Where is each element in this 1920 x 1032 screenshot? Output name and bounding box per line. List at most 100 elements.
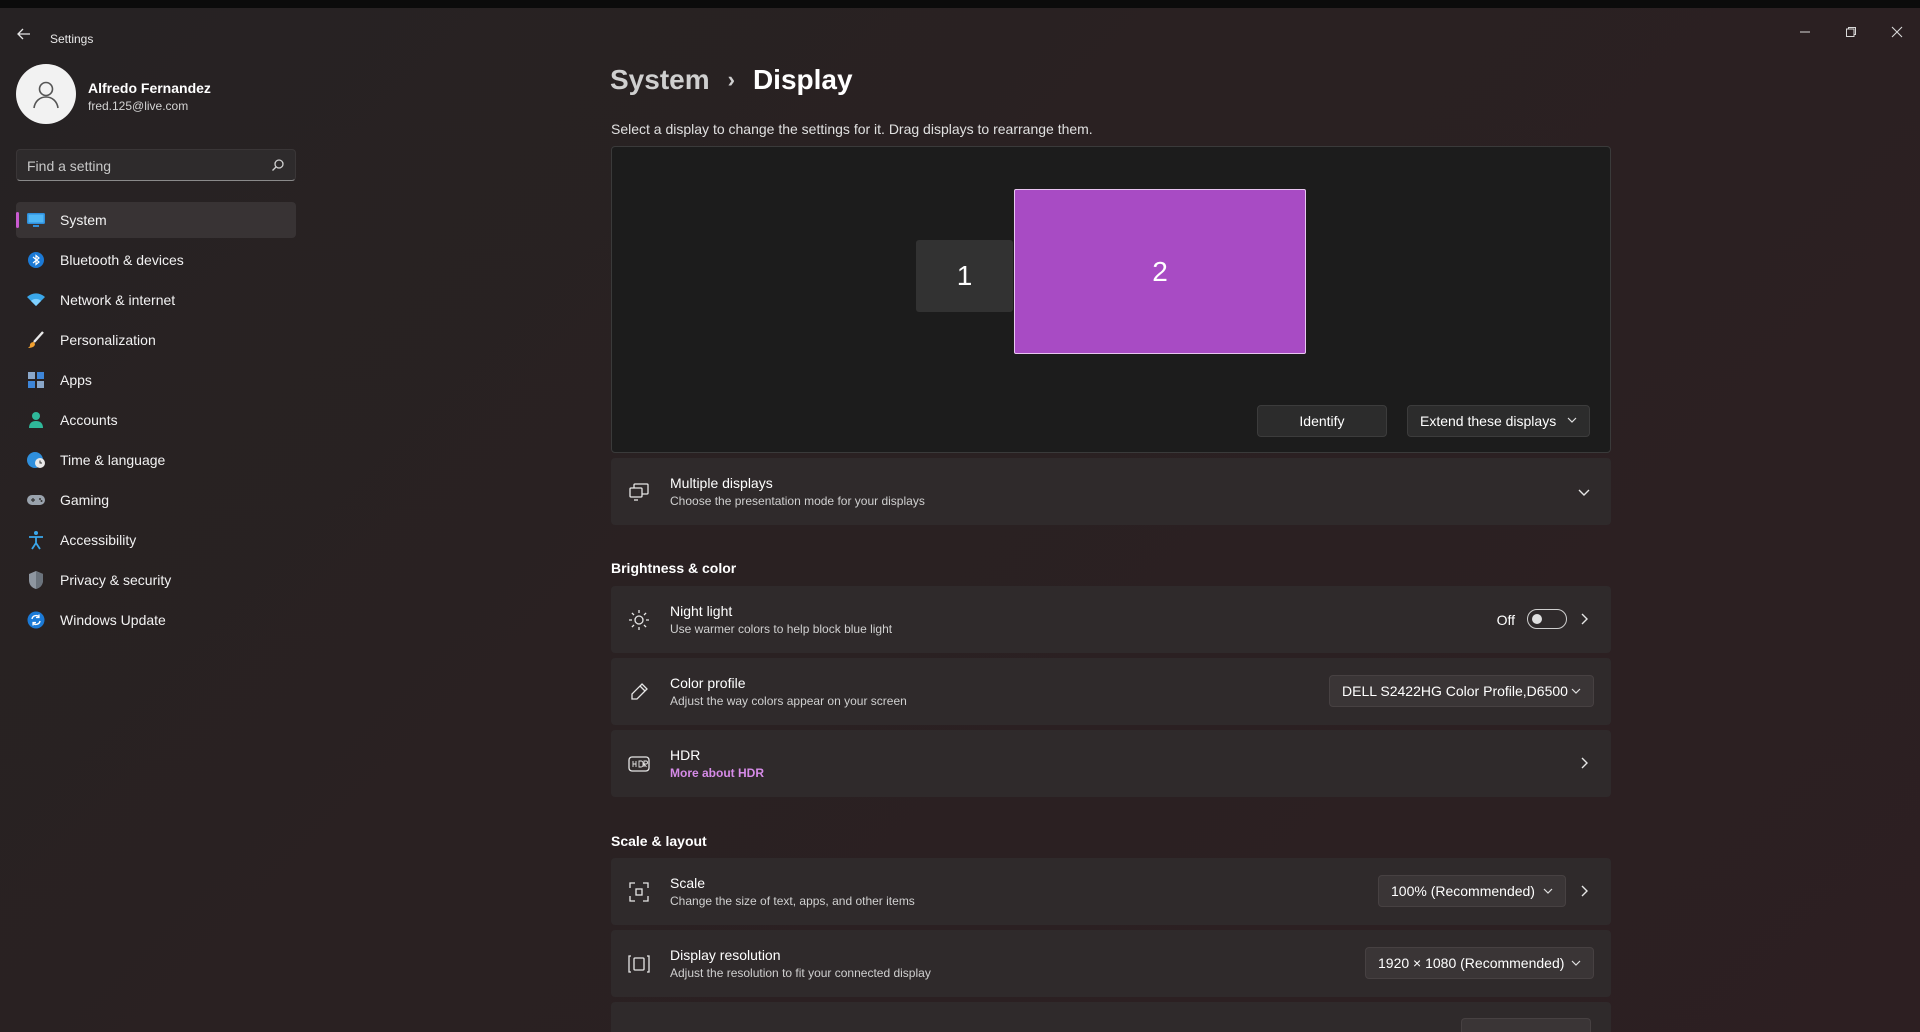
hdr-title: HDR <box>670 747 701 763</box>
multiple-displays-subtitle: Choose the presentation mode for your di… <box>670 494 925 508</box>
sidebar-item-label: Personalization <box>60 332 156 348</box>
arrow-left-icon <box>17 28 30 40</box>
search-icon[interactable] <box>271 158 285 172</box>
sun-icon <box>627 608 651 632</box>
sidebar-nav: System Bluetooth & devices Network & int… <box>16 202 296 642</box>
sidebar-item-apps[interactable]: Apps <box>16 362 296 398</box>
user-profile[interactable]: Alfredo Fernandez fred.125@live.com <box>16 64 296 126</box>
multiple-displays-card[interactable]: Multiple displays Choose the presentatio… <box>611 458 1611 525</box>
search-box[interactable] <box>16 149 296 181</box>
sidebar-item-personalization[interactable]: Personalization <box>16 322 296 358</box>
color-profile-card: Color profile Adjust the way colors appe… <box>611 658 1611 725</box>
color-profile-dropdown[interactable]: DELL S2422HG Color Profile,D6500 <box>1329 675 1594 707</box>
sidebar-item-label: Accessibility <box>60 532 137 548</box>
arrangement-hint: Select a display to change the settings … <box>611 121 1093 137</box>
night-light-title: Night light <box>670 603 733 619</box>
night-light-toggle[interactable] <box>1527 609 1567 629</box>
sidebar-item-windows-update[interactable]: Windows Update <box>16 602 296 638</box>
hdr-card[interactable]: HDR More about HDR <box>611 730 1611 797</box>
resolution-icon <box>627 952 651 976</box>
sidebar-item-label: Accounts <box>60 412 118 428</box>
apps-icon <box>26 370 46 390</box>
gamepad-icon <box>26 490 46 510</box>
sidebar-item-label: Apps <box>60 372 92 388</box>
sidebar-item-time-language[interactable]: Time & language <box>16 442 296 478</box>
chevron-down-icon[interactable] <box>1577 485 1591 499</box>
close-icon <box>1891 26 1903 38</box>
display-mode-value: Extend these displays <box>1420 413 1557 429</box>
chevron-down-icon <box>1567 417 1577 423</box>
breadcrumb-parent[interactable]: System <box>610 64 710 96</box>
sidebar-item-gaming[interactable]: Gaming <box>16 482 296 518</box>
sidebar-item-bluetooth[interactable]: Bluetooth & devices <box>16 242 296 278</box>
next-setting-dropdown-partial[interactable] <box>1461 1018 1591 1032</box>
color-profile-title: Color profile <box>670 675 746 691</box>
sidebar-item-label: Network & internet <box>60 292 176 308</box>
breadcrumb-separator: › <box>727 67 735 92</box>
search-input[interactable] <box>27 156 257 176</box>
display-1-tile[interactable]: 1 <box>916 240 1013 312</box>
chevron-down-icon <box>1543 888 1553 894</box>
scale-title: Scale <box>670 875 706 891</box>
sidebar-item-accessibility[interactable]: Accessibility <box>16 522 296 558</box>
display-2-tile[interactable]: 2 <box>1014 189 1306 354</box>
profile-name: Alfredo Fernandez <box>88 80 211 96</box>
next-setting-card-partial[interactable] <box>611 1002 1611 1032</box>
eyedropper-icon <box>627 680 651 704</box>
top-band <box>0 0 1920 8</box>
night-light-state: Off <box>1496 612 1515 628</box>
shield-icon <box>26 570 46 590</box>
section-brightness-color: Brightness & color <box>611 560 737 576</box>
display-resolution-card: Display resolution Adjust the resolution… <box>611 930 1611 997</box>
bluetooth-icon <box>26 250 46 270</box>
display-arrangement-area: 1 2 Identify Extend these displays <box>611 146 1611 453</box>
sidebar-item-label: System <box>60 212 107 228</box>
section-scale-layout: Scale & layout <box>611 833 707 849</box>
sidebar-item-accounts[interactable]: Accounts <box>16 402 296 438</box>
chevron-right-icon[interactable] <box>1577 756 1591 770</box>
monitor-icon <box>26 210 46 230</box>
display-resolution-value: 1920 × 1080 (Recommended) <box>1378 955 1565 971</box>
display-resolution-subtitle: Adjust the resolution to fit your connec… <box>670 966 931 980</box>
hdr-icon <box>627 752 651 776</box>
scale-subtitle: Change the size of text, apps, and other… <box>670 894 915 908</box>
sidebar-item-network[interactable]: Network & internet <box>16 282 296 318</box>
identify-button[interactable]: Identify <box>1257 405 1387 437</box>
chevron-down-icon <box>1571 688 1581 694</box>
color-profile-subtitle: Adjust the way colors appear on your scr… <box>670 694 907 708</box>
display-resolution-dropdown[interactable]: 1920 × 1080 (Recommended) <box>1365 947 1594 979</box>
app-title: Settings <box>50 32 94 46</box>
night-light-card[interactable]: Night light Use warmer colors to help bl… <box>611 586 1611 653</box>
scale-icon <box>627 880 651 904</box>
scale-value: 100% (Recommended) <box>1391 883 1535 899</box>
color-profile-value: DELL S2422HG Color Profile,D6500 <box>1342 683 1568 699</box>
avatar <box>16 64 76 124</box>
close-button[interactable] <box>1877 20 1917 44</box>
minimize-button[interactable] <box>1785 20 1825 44</box>
display-resolution-title: Display resolution <box>670 947 781 963</box>
person-icon <box>26 410 46 430</box>
display-mode-dropdown[interactable]: Extend these displays <box>1407 405 1590 437</box>
chevron-down-icon <box>1571 960 1581 966</box>
wifi-icon <box>26 290 46 310</box>
scale-card[interactable]: Scale Change the size of text, apps, and… <box>611 858 1611 925</box>
toggle-knob <box>1532 614 1542 624</box>
title-bar: Settings <box>0 8 1920 56</box>
back-button[interactable] <box>12 22 36 46</box>
globe-clock-icon <box>26 450 46 470</box>
sidebar-item-label: Gaming <box>60 492 110 508</box>
chevron-right-icon[interactable] <box>1577 884 1591 898</box>
scale-dropdown[interactable]: 100% (Recommended) <box>1378 875 1566 907</box>
multiple-displays-title: Multiple displays <box>670 475 773 491</box>
chevron-right-icon[interactable] <box>1577 612 1591 626</box>
page-title: Display <box>752 64 853 95</box>
multiple-displays-icon <box>627 480 651 504</box>
person-placeholder-icon <box>33 81 59 109</box>
restore-button[interactable] <box>1831 20 1871 44</box>
brush-icon <box>26 330 46 350</box>
sidebar-item-system[interactable]: System <box>16 202 296 238</box>
sidebar-item-privacy[interactable]: Privacy & security <box>16 562 296 598</box>
hdr-more-link[interactable]: More about HDR <box>670 766 764 780</box>
sidebar-item-label: Bluetooth & devices <box>60 252 184 268</box>
breadcrumb: System › Display <box>610 64 853 96</box>
